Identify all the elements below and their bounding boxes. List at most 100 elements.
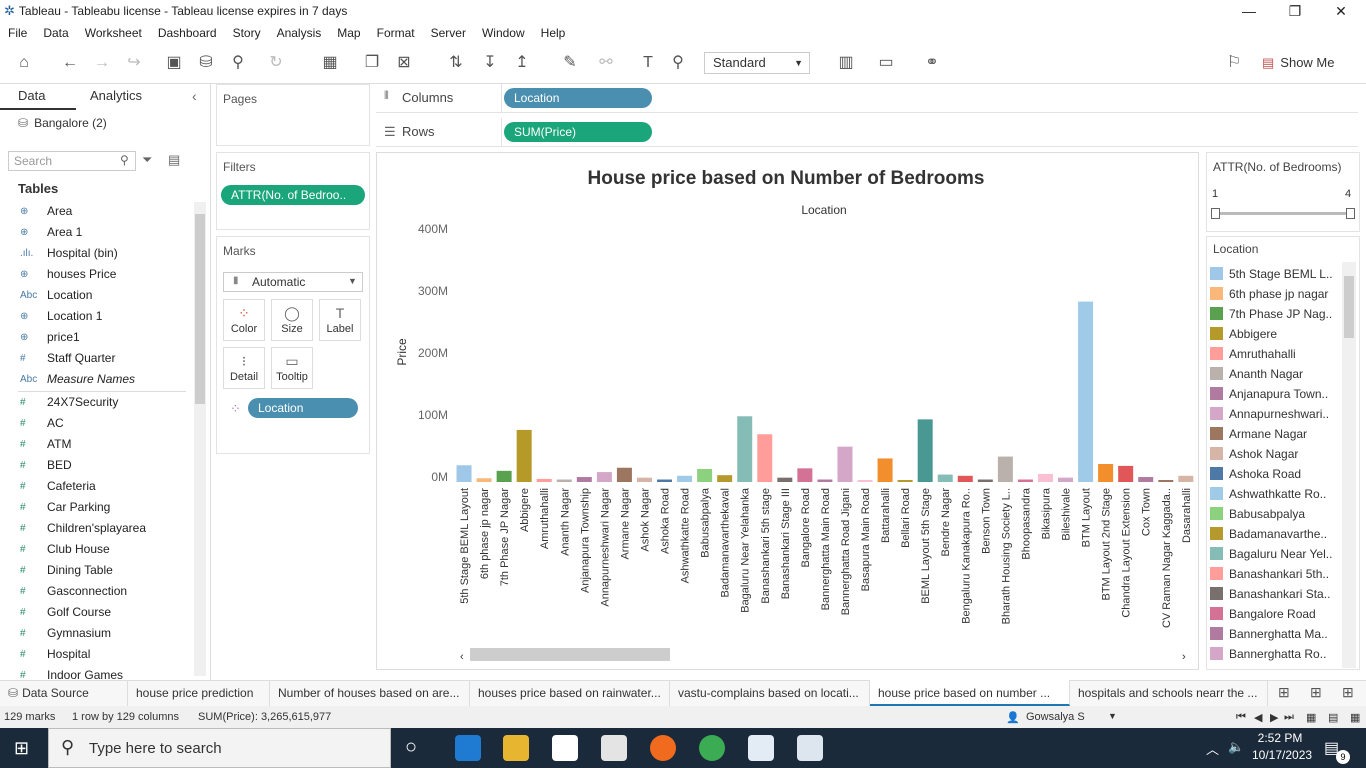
highlight-icon[interactable]: ✎	[560, 52, 580, 74]
field-ac[interactable]: # AC	[0, 413, 190, 434]
range-slider-track[interactable]	[1216, 212, 1350, 215]
bar[interactable]	[957, 475, 973, 482]
user-name[interactable]: Gowsalya S	[1026, 711, 1085, 723]
legend-item[interactable]: Annapurneshwari..	[1210, 404, 1338, 424]
menu-help[interactable]: Help	[533, 26, 574, 40]
bar[interactable]	[636, 477, 652, 482]
bar[interactable]	[697, 468, 713, 482]
bar[interactable]	[877, 458, 893, 482]
scroll-left-icon[interactable]: ‹	[460, 651, 464, 663]
field-area-1[interactable]: ⊕ Area 1	[0, 222, 190, 243]
field-price1[interactable]: ⊕ price1	[0, 327, 190, 348]
sort-descending-icon[interactable]: ↥	[512, 52, 532, 74]
tableau-taskbar-icon[interactable]	[748, 735, 774, 761]
bar[interactable]	[757, 434, 773, 482]
restore-button[interactable]: ❐	[1272, 0, 1318, 22]
field-gasconnection[interactable]: # Gasconnection	[0, 581, 190, 602]
show-me-button[interactable]: ▤ Show Me	[1262, 52, 1335, 74]
color-location-pill[interactable]: Location	[248, 398, 358, 418]
next-sheet-icon[interactable]: ▶	[1270, 711, 1278, 724]
bar[interactable]	[1037, 473, 1053, 482]
volume-icon[interactable]: 🔈	[1228, 739, 1244, 755]
bar[interactable]	[596, 472, 612, 482]
bar[interactable]	[717, 475, 733, 482]
save-icon[interactable]: ▣	[164, 52, 184, 74]
bar[interactable]	[616, 467, 632, 482]
bar[interactable]	[797, 468, 813, 482]
legend-item[interactable]: Ananth Nagar	[1210, 364, 1338, 384]
field-area[interactable]: ⊕ Area	[0, 201, 190, 222]
scrollbar-thumb[interactable]	[195, 214, 205, 404]
field-cafeteria[interactable]: # Cafeteria	[0, 476, 190, 497]
bar[interactable]	[1178, 475, 1194, 482]
bar[interactable]	[1138, 477, 1154, 482]
detail-mark-button[interactable]: ⁝ Detail	[223, 347, 265, 389]
legend-item[interactable]: Banashankari 5th..	[1210, 564, 1338, 584]
sheet-tab[interactable]: house price based on number ...	[870, 680, 1070, 706]
filter-icon[interactable]: ⏷	[142, 152, 152, 168]
home-icon[interactable]: ⌂	[14, 52, 34, 74]
bar[interactable]	[516, 429, 532, 482]
field-club-house[interactable]: # Club House	[0, 539, 190, 560]
menu-worksheet[interactable]: Worksheet	[77, 26, 150, 40]
field-hospital-bin-[interactable]: .ılı. Hospital (bin)	[0, 243, 190, 264]
group-icon[interactable]: ⚯	[596, 52, 616, 74]
legend-item[interactable]: Ashok Nagar	[1210, 444, 1338, 464]
first-sheet-icon[interactable]: ⏮	[1236, 711, 1246, 724]
datasource[interactable]: ⛁ Bangalore (2)	[18, 116, 107, 130]
menu-server[interactable]: Server	[423, 26, 474, 40]
task-view-icon[interactable]: ○	[405, 736, 417, 759]
legend-item[interactable]: Bannerghatta Ma..	[1210, 624, 1338, 644]
field-car-parking[interactable]: # Car Parking	[0, 497, 190, 518]
replay-icon[interactable]: ↪	[124, 52, 144, 74]
grid-view-icon[interactable]: ▦	[1350, 711, 1360, 724]
bar[interactable]	[677, 475, 693, 482]
chrome-icon[interactable]	[699, 735, 725, 761]
format-painter-icon[interactable]: ⚐	[1224, 52, 1244, 74]
tray-chevron-icon[interactable]: ︿	[1206, 739, 1219, 758]
bar[interactable]	[536, 478, 552, 482]
columns-location-pill[interactable]: Location	[504, 88, 652, 108]
field-children-splayarea[interactable]: # Children'splayarea	[0, 518, 190, 539]
refresh-icon[interactable]: ↻	[266, 52, 286, 74]
clock[interactable]: 2:52 PM 10/17/2023	[1252, 730, 1312, 764]
legend-item[interactable]: 5th Stage BEML L..	[1210, 264, 1338, 284]
legend-item[interactable]: Ashwathkatte Ro..	[1210, 484, 1338, 504]
bar[interactable]	[997, 456, 1013, 482]
legend-scrollbar[interactable]	[1342, 262, 1356, 668]
bar[interactable]	[476, 478, 492, 482]
show-cards-icon[interactable]: ▥	[836, 52, 856, 74]
bar[interactable]	[1017, 479, 1033, 482]
photos-icon[interactable]	[797, 735, 823, 761]
legend-item[interactable]: Banashankari Sta..	[1210, 584, 1338, 604]
menu-map[interactable]: Map	[329, 26, 368, 40]
user-menu-chevron-icon[interactable]: ▼	[1108, 711, 1117, 721]
bar[interactable]	[737, 416, 753, 482]
tabs-view-icon[interactable]: ▤	[1328, 711, 1338, 724]
sheet-tab[interactable]: hospitals and schools nearr the ...	[1070, 680, 1268, 706]
menu-window[interactable]: Window	[474, 26, 533, 40]
search-input[interactable]: Search	[8, 151, 136, 171]
bar[interactable]	[1118, 465, 1134, 482]
file-explorer-icon[interactable]	[503, 735, 529, 761]
bar[interactable]	[917, 419, 933, 482]
last-sheet-icon[interactable]: ⏭	[1284, 711, 1294, 724]
field-location-1[interactable]: ⊕ Location 1	[0, 306, 190, 327]
field-bed[interactable]: # BED	[0, 455, 190, 476]
bar[interactable]	[777, 477, 793, 482]
field-gymnasium[interactable]: # Gymnasium	[0, 623, 190, 644]
range-slider-max-handle[interactable]	[1346, 208, 1355, 219]
tooltip-mark-button[interactable]: ▭ Tooltip	[271, 347, 313, 389]
field-hospital[interactable]: # Hospital	[0, 644, 190, 665]
bar[interactable]	[456, 465, 472, 482]
bar[interactable]	[1158, 480, 1174, 482]
sheet-tab[interactable]: vastu-complains based on locati...	[670, 680, 870, 706]
firefox-icon[interactable]	[650, 735, 676, 761]
field-24x7security[interactable]: #24X7Security	[0, 392, 190, 413]
menu-format[interactable]: Format	[369, 26, 423, 40]
legend-item[interactable]: Ashoka Road	[1210, 464, 1338, 484]
bar[interactable]	[657, 479, 673, 482]
menu-story[interactable]: Story	[225, 26, 269, 40]
show-labels-icon[interactable]: T	[638, 52, 658, 74]
pin-icon[interactable]: ⚲	[668, 52, 688, 74]
